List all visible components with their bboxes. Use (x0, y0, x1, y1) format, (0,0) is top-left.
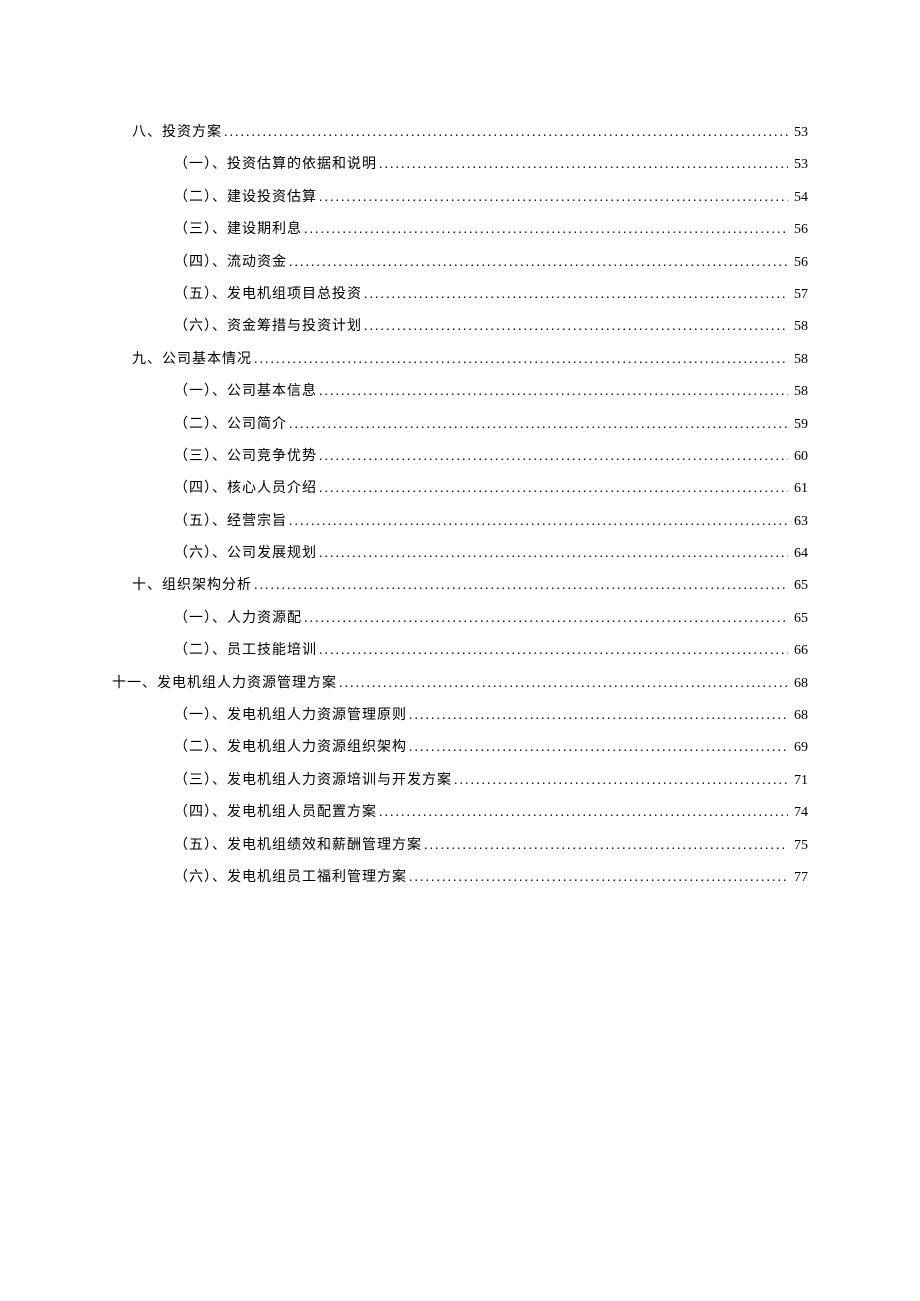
toc-entry: （一）、人力资源配 65 (112, 608, 808, 630)
toc-page-number: 56 (788, 252, 808, 274)
toc-page-number: 63 (788, 511, 808, 533)
toc-leader-dots (287, 252, 788, 274)
toc-entry: （六）、资金筹措与投资计划 58 (112, 316, 808, 338)
toc-entry: （一）、投资估算的依据和说明 53 (112, 154, 808, 176)
toc-leader-dots (362, 316, 788, 338)
toc-page-number: 68 (788, 705, 808, 727)
toc-leader-dots (362, 284, 788, 306)
toc-title: （三）、公司竞争优势 (174, 446, 317, 468)
toc-page-number: 56 (788, 219, 808, 241)
toc-page-number: 58 (788, 381, 808, 403)
toc-entry: （二）、建设投资估算 54 (112, 187, 808, 209)
toc-page-number: 69 (788, 737, 808, 759)
toc-title: （三）、建设期利息 (174, 219, 302, 241)
toc-leader-dots (222, 122, 788, 144)
toc-leader-dots (317, 543, 788, 565)
toc-leader-dots (317, 478, 788, 500)
toc-title: （一）、公司基本信息 (174, 381, 317, 403)
toc-title: （四）、核心人员介绍 (174, 478, 317, 500)
toc-entry: （四）、流动资金 56 (112, 252, 808, 274)
toc-title: （六）、发电机组员工福利管理方案 (174, 867, 407, 889)
toc-title: （五）、发电机组项目总投资 (174, 284, 362, 306)
toc-page-number: 66 (788, 640, 808, 662)
toc-leader-dots (317, 187, 788, 209)
toc-page-number: 77 (788, 867, 808, 889)
toc-page-number: 57 (788, 284, 808, 306)
toc-leader-dots (452, 770, 788, 792)
toc-page-number: 71 (788, 770, 808, 792)
toc-title: （一）、发电机组人力资源管理原则 (174, 705, 407, 727)
toc-title: （四）、发电机组人员配置方案 (174, 802, 377, 824)
toc-leader-dots (377, 154, 788, 176)
toc-title: （一）、人力资源配 (174, 608, 302, 630)
toc-entry: （二）、发电机组人力资源组织架构 69 (112, 737, 808, 759)
toc-entry: 八、投资方案 53 (112, 122, 808, 144)
toc-title: （六）、公司发展规划 (174, 543, 317, 565)
toc-leader-dots (252, 575, 788, 597)
toc-entry: （二）、员工技能培训 66 (112, 640, 808, 662)
toc-entry: 十一、发电机组人力资源管理方案 68 (112, 673, 808, 695)
toc-title: （五）、经营宗旨 (174, 511, 287, 533)
toc-page-number: 61 (788, 478, 808, 500)
toc-entry: （五）、经营宗旨 63 (112, 511, 808, 533)
toc-page-number: 58 (788, 316, 808, 338)
toc-entry: 九、公司基本情况 58 (112, 349, 808, 371)
toc-entry: （五）、发电机组项目总投资 57 (112, 284, 808, 306)
toc-page-number: 74 (788, 802, 808, 824)
toc-entry: （六）、公司发展规划 64 (112, 543, 808, 565)
toc-page-number: 64 (788, 543, 808, 565)
toc-page-number: 53 (788, 154, 808, 176)
toc-leader-dots (287, 414, 788, 436)
toc-page-number: 59 (788, 414, 808, 436)
toc-leader-dots (407, 867, 788, 889)
toc-leader-dots (287, 511, 788, 533)
toc-leader-dots (302, 608, 788, 630)
toc-leader-dots (252, 349, 788, 371)
toc-entry: （一）、公司基本信息 58 (112, 381, 808, 403)
toc-title: （二）、公司简介 (174, 414, 287, 436)
toc-leader-dots (302, 219, 788, 241)
toc-page-number: 60 (788, 446, 808, 468)
toc-title: （五）、发电机组绩效和薪酬管理方案 (174, 835, 422, 857)
toc-title: 九、公司基本情况 (132, 349, 252, 371)
toc-leader-dots (422, 835, 788, 857)
toc-leader-dots (407, 737, 788, 759)
toc-entry: （三）、建设期利息 56 (112, 219, 808, 241)
table-of-contents: 八、投资方案 53 （一）、投资估算的依据和说明 53 （二）、建设投资估算 54 （三）、… (112, 122, 808, 889)
toc-entry: （一）、发电机组人力资源管理原则 68 (112, 705, 808, 727)
toc-page-number: 68 (788, 673, 808, 695)
toc-entry: 十、组织架构分析 65 (112, 575, 808, 597)
toc-title: （二）、员工技能培训 (174, 640, 317, 662)
toc-page-number: 58 (788, 349, 808, 371)
toc-leader-dots (407, 705, 788, 727)
toc-entry: （六）、发电机组员工福利管理方案 77 (112, 867, 808, 889)
toc-entry: （四）、核心人员介绍 61 (112, 478, 808, 500)
toc-page-number: 65 (788, 608, 808, 630)
toc-entry: （五）、发电机组绩效和薪酬管理方案 75 (112, 835, 808, 857)
toc-leader-dots (337, 673, 788, 695)
toc-page-number: 65 (788, 575, 808, 597)
toc-leader-dots (377, 802, 788, 824)
toc-title: （一）、投资估算的依据和说明 (174, 154, 377, 176)
toc-title: （三）、发电机组人力资源培训与开发方案 (174, 770, 452, 792)
toc-entry: （四）、发电机组人员配置方案 74 (112, 802, 808, 824)
toc-title: （四）、流动资金 (174, 252, 287, 274)
toc-title: （二）、建设投资估算 (174, 187, 317, 209)
toc-title: （六）、资金筹措与投资计划 (174, 316, 362, 338)
toc-entry: （三）、公司竞争优势 60 (112, 446, 808, 468)
toc-title: （二）、发电机组人力资源组织架构 (174, 737, 407, 759)
toc-leader-dots (317, 381, 788, 403)
toc-page-number: 54 (788, 187, 808, 209)
toc-page-number: 75 (788, 835, 808, 857)
toc-title: 十一、发电机组人力资源管理方案 (112, 673, 337, 695)
toc-entry: （三）、发电机组人力资源培训与开发方案 71 (112, 770, 808, 792)
toc-leader-dots (317, 446, 788, 468)
toc-title: 八、投资方案 (132, 122, 222, 144)
toc-leader-dots (317, 640, 788, 662)
toc-title: 十、组织架构分析 (132, 575, 252, 597)
toc-entry: （二）、公司简介 59 (112, 414, 808, 436)
toc-page-number: 53 (788, 122, 808, 144)
